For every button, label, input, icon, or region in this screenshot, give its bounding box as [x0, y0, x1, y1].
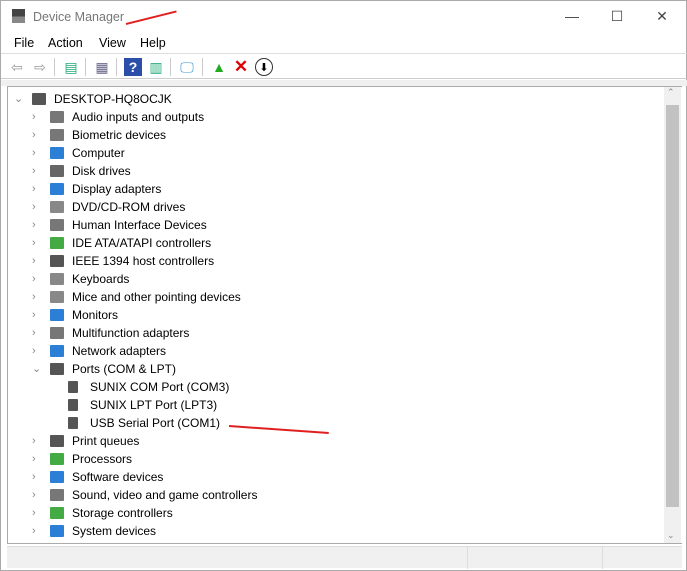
tree-item-label: DVD/CD-ROM drives	[72, 200, 186, 214]
device-manager-icon	[12, 9, 25, 23]
maximize-button[interactable]: ☐	[602, 5, 632, 27]
menu-view[interactable]: View	[99, 36, 126, 50]
biometric-devices-icon	[50, 129, 64, 141]
action-pane-icon[interactable]: ▥	[147, 58, 165, 76]
properties-icon[interactable]: ▦	[93, 58, 111, 76]
ieee-1394-host-controllers-icon	[50, 255, 64, 267]
tree-item-label: Keyboards	[72, 272, 130, 286]
toolbar: ⇦ ⇨ ▤ ▦ ? ▥ 🖵 ▲ ✕ ⬇	[1, 55, 687, 79]
tree-item-label: Disk drives	[72, 164, 131, 178]
disable-icon[interactable]: ⬇	[255, 58, 273, 76]
display-adapters-icon	[50, 183, 64, 195]
network-adapters-icon	[50, 345, 64, 357]
tree-item-label: Print queues	[72, 434, 140, 448]
chevron-right-icon[interactable]: ›	[32, 180, 42, 198]
chevron-right-icon[interactable]: ›	[32, 288, 42, 306]
multifunction-adapters-icon	[50, 327, 64, 339]
tree-item-label: Biometric devices	[72, 128, 167, 142]
chevron-right-icon[interactable]: ›	[32, 450, 42, 468]
chevron-right-icon[interactable]: ›	[32, 504, 42, 522]
print-queues-icon	[50, 435, 64, 447]
chevron-right-icon[interactable]: ›	[32, 468, 42, 486]
close-button[interactable]: ✕	[647, 5, 677, 27]
chevron-right-icon[interactable]: ›	[32, 198, 42, 216]
chevron-right-icon[interactable]: ›	[32, 234, 42, 252]
chevron-down-icon[interactable]: ⌄	[14, 90, 24, 108]
chevron-right-icon[interactable]: ›	[32, 486, 42, 504]
storage-controllers-icon	[50, 507, 64, 519]
chevron-right-icon[interactable]: ›	[32, 342, 42, 360]
vertical-scrollbar[interactable]: ⌃ ⌄	[664, 87, 681, 543]
menu-file[interactable]: File	[14, 36, 34, 50]
scrollbar-thumb[interactable]	[666, 105, 679, 507]
chevron-right-icon[interactable]: ›	[32, 324, 42, 342]
port-label: SUNIX LPT Port (LPT3)	[90, 398, 218, 412]
tree-item-label: Mice and other pointing devices	[72, 290, 241, 304]
chevron-right-icon[interactable]: ›	[32, 522, 42, 540]
port-label: USB Serial Port (COM1)	[90, 416, 221, 430]
tree-item-label: Multifunction adapters	[72, 326, 190, 340]
chevron-right-icon[interactable]: ›	[32, 270, 42, 288]
forward-icon[interactable]: ⇨	[31, 58, 49, 76]
tree-item-label: Audio inputs and outputs	[72, 110, 205, 124]
monitors-icon	[50, 309, 64, 321]
tree-item-label: Network adapters	[72, 344, 167, 358]
title-bar: Device Manager — ☐ ✕	[1, 1, 687, 31]
tree-item-label: Processors	[72, 452, 133, 466]
chevron-down-icon[interactable]: ⌄	[32, 360, 42, 378]
menu-help[interactable]: Help	[140, 36, 166, 50]
scan-hardware-icon[interactable]: 🖵	[178, 58, 196, 76]
device-tree: ⌄ DESKTOP-HQ8OCJK › Audio inputs and outp…	[7, 86, 682, 544]
ports-com-lpt-icon	[50, 363, 64, 375]
window-title: Device Manager	[33, 10, 125, 24]
tree-item-label: Software devices	[72, 470, 164, 484]
tree-item-label: Monitors	[72, 308, 119, 322]
tree-item-label: Storage controllers	[72, 506, 173, 520]
disk-drives-icon	[50, 165, 64, 177]
tree-item-label: IEEE 1394 host controllers	[72, 254, 215, 268]
processors-icon	[50, 453, 64, 465]
menu-action[interactable]: Action	[48, 36, 83, 50]
port-icon	[68, 417, 78, 429]
back-icon[interactable]: ⇦	[8, 58, 26, 76]
chevron-right-icon[interactable]: ›	[32, 162, 42, 180]
keyboards-icon	[50, 273, 64, 285]
tree-item-label: Ports (COM & LPT)	[72, 362, 177, 376]
chevron-right-icon[interactable]: ›	[32, 252, 42, 270]
port-label: SUNIX COM Port (COM3)	[90, 380, 230, 394]
chevron-right-icon[interactable]: ›	[32, 108, 42, 126]
port-icon	[68, 399, 78, 411]
system-devices-icon	[50, 525, 64, 537]
root-label: DESKTOP-HQ8OCJK	[54, 92, 172, 106]
chevron-right-icon[interactable]: ›	[32, 144, 42, 162]
status-bar	[7, 546, 682, 569]
mice-and-other-pointing-devices-icon	[50, 291, 64, 303]
console-tree-icon[interactable]: ▤	[62, 58, 80, 76]
chevron-right-icon[interactable]: ›	[32, 216, 42, 234]
tree-item-label: Computer	[72, 146, 125, 160]
chevron-right-icon[interactable]: ›	[32, 306, 42, 324]
chevron-right-icon[interactable]: ›	[32, 126, 42, 144]
tree-item-label: Sound, video and game controllers	[72, 488, 258, 502]
ide-ata-atapi-controllers-icon	[50, 237, 64, 249]
human-interface-devices-icon	[50, 219, 64, 231]
port-icon	[68, 381, 78, 393]
minimize-button[interactable]: —	[557, 5, 587, 27]
audio-inputs-and-outputs-icon	[50, 111, 64, 123]
help-icon[interactable]: ?	[124, 58, 142, 76]
tree-item-label: System devices	[72, 524, 157, 538]
tree-item-label: Display adapters	[72, 182, 162, 196]
computer-icon	[50, 147, 64, 159]
tree-item-label: IDE ATA/ATAPI controllers	[72, 236, 212, 250]
sound-video-and-game-controllers-icon	[50, 489, 64, 501]
software-devices-icon	[50, 471, 64, 483]
chevron-right-icon[interactable]: ›	[32, 432, 42, 450]
dvd-cd-rom-drives-icon	[50, 201, 64, 213]
update-driver-icon[interactable]: ▲	[210, 58, 228, 76]
uninstall-icon[interactable]: ✕	[232, 58, 250, 76]
tree-item-label: Human Interface Devices	[72, 218, 207, 232]
menu-bar: File Action View Help	[1, 32, 687, 54]
computer-icon	[32, 93, 46, 105]
